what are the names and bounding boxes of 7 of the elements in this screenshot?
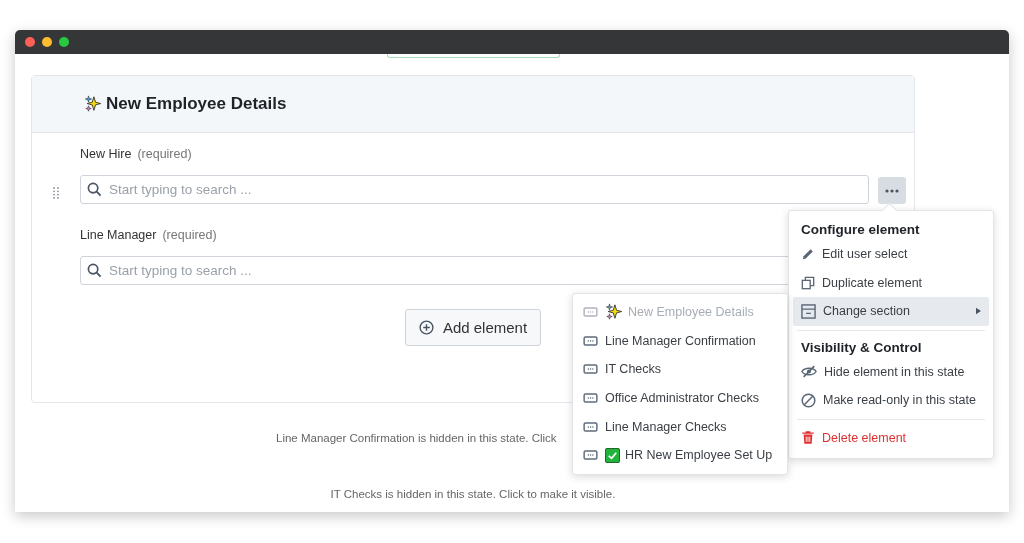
field-label: Line Manager	[80, 228, 157, 242]
menu-heading: Configure element	[800, 221, 921, 239]
menu-heading: Visibility & Control	[800, 338, 923, 357]
section-title: New Employee Details	[106, 94, 287, 114]
field-label: New Hire	[80, 147, 132, 161]
required-note: (required)	[137, 147, 192, 161]
required-note: (required)	[162, 228, 217, 242]
